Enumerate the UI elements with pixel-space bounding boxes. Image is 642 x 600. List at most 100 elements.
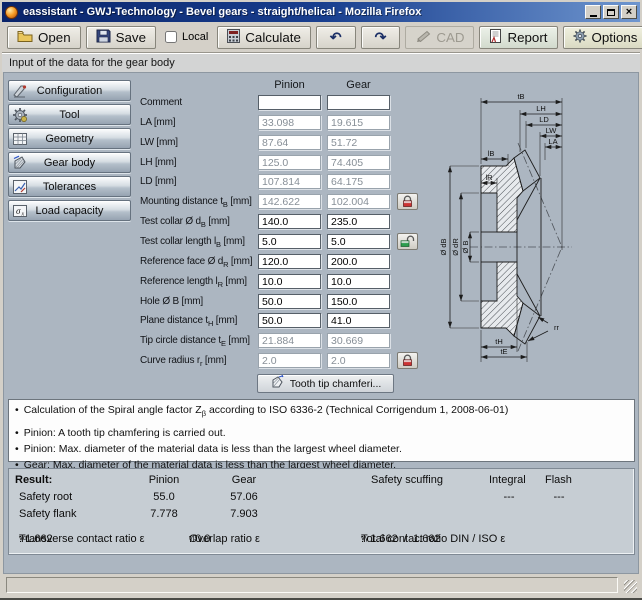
- open-button[interactable]: Open: [7, 26, 81, 49]
- scuffing-integral-value: ---: [487, 491, 531, 503]
- undo-icon: ↶: [330, 30, 342, 45]
- pinion-input[interactable]: [258, 214, 321, 229]
- pinion-input: [258, 135, 321, 150]
- load-capacity-icon: σx: [12, 203, 28, 219]
- save-icon: [96, 29, 111, 46]
- section-header-text: Input of the data for the gear body: [9, 57, 175, 69]
- overlap-ratio: Overlap ratio εvβ: 0.0: [189, 533, 210, 545]
- folder-icon: [17, 29, 33, 46]
- toolbar: Open Save Local Calculate ↶ ↷ CAD Report Options…: [2, 22, 640, 53]
- message-item: •Pinion: Max. diameter of the material d…: [15, 443, 628, 459]
- calculate-button-label: Calculate: [245, 30, 301, 45]
- calculate-button[interactable]: Calculate: [217, 26, 311, 49]
- field-label: Comment: [140, 97, 182, 110]
- cad-button[interactable]: CAD: [405, 26, 474, 49]
- gear-input[interactable]: [327, 95, 390, 110]
- pinion-input[interactable]: [258, 234, 321, 249]
- statusbar: [2, 574, 640, 597]
- field-label: Hole Ø B [mm]: [140, 296, 203, 309]
- sidebar-item-gear-body[interactable]: Gear body: [8, 152, 131, 173]
- dim-label-odB: Ø dB: [439, 238, 448, 255]
- svg-text:σ: σ: [16, 206, 21, 216]
- sidebar-item-tool[interactable]: Tool: [8, 104, 131, 125]
- undo-button[interactable]: ↶: [316, 26, 356, 49]
- maximize-button[interactable]: [603, 5, 619, 19]
- safety-flank-pinion: 7.778: [134, 508, 194, 520]
- titlebar: eassistant - GWJ-Technology - Bevel gear…: [2, 2, 640, 22]
- gear-input: [327, 353, 390, 368]
- open-button-label: Open: [38, 30, 71, 45]
- safety-root-gear: 57.06: [214, 491, 274, 503]
- bullet: •: [15, 404, 19, 420]
- redo-icon: ↷: [375, 30, 387, 45]
- sidebar-item-label: Tolerances: [43, 181, 96, 193]
- report-button[interactable]: Report: [479, 26, 557, 49]
- content-area: Configuration Tool Geometry Gear body Tolera…: [3, 72, 639, 574]
- dim-label-tB: tB: [517, 92, 524, 101]
- geometry-icon: [12, 131, 28, 147]
- field-label: Test collar Ø dB [mm]: [140, 216, 230, 229]
- pinion-input[interactable]: [258, 294, 321, 309]
- safety-root-label: Safety root: [19, 491, 72, 503]
- cad-button-label: CAD: [436, 30, 464, 45]
- tooth-tip-chamfering-button[interactable]: Tooth tip chamferi...: [257, 374, 394, 393]
- pinion-input: [258, 115, 321, 130]
- gear-input[interactable]: [327, 214, 390, 229]
- gear-input[interactable]: [327, 313, 390, 328]
- field-label: Test collar length lB [mm]: [140, 236, 245, 249]
- calculator-icon: [227, 29, 240, 46]
- dim-label-oB: Ø B: [461, 241, 470, 254]
- gear-input[interactable]: [327, 294, 390, 309]
- application-window: eassistant - GWJ-Technology - Bevel gear…: [0, 0, 642, 600]
- sidebar-item-load-capacity[interactable]: σxLoad capacity: [8, 200, 131, 221]
- gear-input[interactable]: [327, 274, 390, 289]
- minimize-button[interactable]: [585, 5, 601, 19]
- safety-flank-gear: 7.903: [214, 508, 274, 520]
- sidebar-item-label: Configuration: [37, 85, 102, 97]
- gear-input: [327, 115, 390, 130]
- local-checkbox-group: Local: [161, 31, 212, 43]
- sidebar-item-configuration[interactable]: Configuration: [8, 80, 131, 101]
- result-col-flash: Flash: [545, 474, 572, 486]
- lock-open-button[interactable]: [397, 233, 418, 250]
- field-label: LW [mm]: [140, 137, 178, 150]
- dim-label-lR: lR: [485, 173, 493, 182]
- local-checkbox-label: Local: [182, 31, 208, 43]
- safety-flank-label: Safety flank: [19, 508, 76, 520]
- gear-column-header: Gear: [327, 79, 390, 91]
- gear-input: [327, 155, 390, 170]
- maximize-icon: [607, 9, 615, 16]
- bullet: •: [15, 427, 19, 443]
- dim-label-rr: rr: [554, 323, 559, 332]
- field-label: Mounting distance tB [mm]: [140, 196, 252, 209]
- pinion-input[interactable]: [258, 313, 321, 328]
- gear-body-icon: [12, 155, 28, 171]
- save-button[interactable]: Save: [86, 26, 156, 49]
- dim-label-tH: tH: [495, 337, 503, 346]
- pinion-input[interactable]: [258, 95, 321, 110]
- result-col-integral: Integral: [489, 474, 526, 486]
- messages-panel: •Calculation of the Spiral angle factor …: [8, 399, 635, 462]
- redo-button[interactable]: ↷: [361, 26, 401, 49]
- close-button[interactable]: ×: [621, 5, 637, 19]
- gear-input[interactable]: [327, 254, 390, 269]
- dim-label-tE: tE: [500, 347, 507, 356]
- options-button[interactable]: Options: [563, 26, 642, 49]
- lock-closed-button[interactable]: [397, 193, 418, 210]
- resize-grip[interactable]: [624, 580, 637, 593]
- result-col-scuffing: Safety scuffing: [371, 474, 443, 486]
- local-checkbox[interactable]: [165, 31, 177, 43]
- pinion-input[interactable]: [258, 254, 321, 269]
- result-panel: Result: Pinion Gear Safety scuffing Inte…: [8, 468, 635, 555]
- result-col-pinion: Pinion: [134, 474, 194, 486]
- tolerances-icon: [12, 179, 28, 195]
- result-col-gear: Gear: [214, 474, 274, 486]
- dim-label-LA: LA: [548, 137, 557, 146]
- lock-closed-button[interactable]: [397, 352, 418, 369]
- pinion-input[interactable]: [258, 274, 321, 289]
- report-icon: [489, 29, 502, 46]
- field-label: LA [mm]: [140, 117, 175, 130]
- sidebar-item-geometry[interactable]: Geometry: [8, 128, 131, 149]
- sidebar-item-tolerances[interactable]: Tolerances: [8, 176, 131, 197]
- gear-input[interactable]: [327, 234, 390, 249]
